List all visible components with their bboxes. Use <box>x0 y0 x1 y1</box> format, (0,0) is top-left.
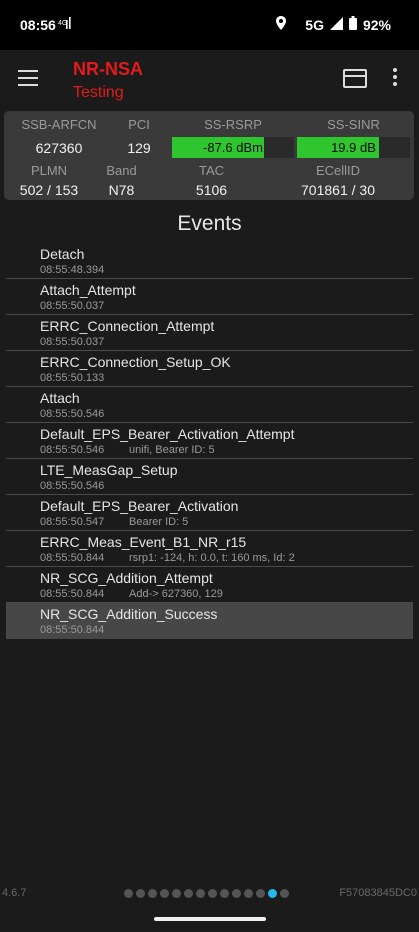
value-pci: 129 <box>127 140 151 156</box>
menu-icon[interactable] <box>18 70 38 86</box>
value-ssb-arfcn: 627360 <box>35 140 83 156</box>
label-ssb-arfcn: SSB-ARFCN <box>21 117 97 132</box>
more-vert-icon[interactable] <box>392 68 398 88</box>
event-name: Attach <box>40 390 80 406</box>
event-detail: Add-> 627360, 129 <box>129 588 223 600</box>
network-small-label: 4G <box>58 20 67 27</box>
page-dot[interactable] <box>256 889 265 898</box>
value-tac: 5106 <box>195 182 228 198</box>
page-dot[interactable] <box>196 889 205 898</box>
ss-rsrp-bar: -87.6 dBm <box>172 137 294 158</box>
app-version: 4.6.7 <box>2 887 27 899</box>
status-time: 08:56 <box>20 17 56 33</box>
event-name: Detach <box>40 246 85 262</box>
label-ss-rsrp: SS-RSRP <box>204 117 262 132</box>
event-time: 08:55:50.037 <box>40 336 105 348</box>
page-dot[interactable] <box>280 889 289 898</box>
event-row[interactable]: LTE_MeasGap_Setup 08:55:50.546 <box>6 459 413 495</box>
event-time: 08:55:50.133 <box>40 372 105 384</box>
event-time: 08:55:50.844 <box>40 552 105 564</box>
page-dot[interactable] <box>160 889 169 898</box>
event-row[interactable]: Detach 08:55:48.394 <box>6 243 413 279</box>
network-small-icon: 4G <box>58 17 72 32</box>
page-dot[interactable] <box>184 889 193 898</box>
battery-icon <box>348 16 357 33</box>
event-row[interactable]: Attach_Attempt 08:55:50.037 <box>6 279 413 315</box>
app-subtitle: Testing <box>73 84 124 101</box>
metrics-panel: SSB-ARFCN PCI SS-RSRP SS-SINR 627360 129… <box>4 111 414 200</box>
event-name: Attach_Attempt <box>40 282 136 298</box>
event-time: 08:55:50.546 <box>40 408 105 420</box>
event-name: ERRC_Connection_Setup_OK <box>40 354 231 370</box>
value-band: N78 <box>108 182 135 198</box>
event-time: 08:55:50.547 <box>40 516 105 528</box>
event-row[interactable]: Attach 08:55:50.546 <box>6 387 413 423</box>
network-label: 5G <box>305 16 324 33</box>
page-dot[interactable] <box>268 889 277 898</box>
page-dot[interactable] <box>136 889 145 898</box>
label-pci: PCI <box>128 117 150 132</box>
event-row[interactable]: NR_SCG_Addition_Success 08:55:50.844 <box>6 603 413 639</box>
value-ss-sinr: 19.9 dB <box>331 140 376 155</box>
page-dot[interactable] <box>208 889 217 898</box>
event-time: 08:55:50.546 <box>40 480 105 492</box>
label-band: Band <box>106 163 137 178</box>
status-bar: 08:56 4G 5G 92% <box>0 0 419 50</box>
value-ecellid: 701861 / 30 <box>301 182 375 198</box>
event-row[interactable]: Default_EPS_Bearer_Activation 08:55:50.54… <box>6 495 413 531</box>
event-row[interactable]: ERRC_Meas_Event_B1_NR_r15 08:55:50.844 rsr… <box>6 531 413 567</box>
page-dot[interactable] <box>244 889 253 898</box>
location-icon <box>275 16 287 33</box>
value-ss-rsrp: -87.6 dBm <box>203 140 263 155</box>
app-title: NR-NSA <box>73 59 143 79</box>
event-time: 08:55:50.844 <box>40 588 105 600</box>
event-row[interactable]: NR_SCG_Addition_Attempt 08:55:50.844 Add->… <box>6 567 413 603</box>
event-time: 08:55:50.546 <box>40 444 105 456</box>
event-time: 08:55:50.844 <box>40 624 105 636</box>
signal-icon <box>329 16 343 33</box>
page-indicator[interactable] <box>124 889 289 898</box>
label-ss-sinr: SS-SINR <box>327 117 380 132</box>
event-name: ERRC_Meas_Event_B1_NR_r15 <box>40 534 247 550</box>
value-plmn: 502 / 153 <box>19 182 79 198</box>
page-dot[interactable] <box>124 889 133 898</box>
events-list[interactable]: Detach 08:55:48.394 Attach_Attempt 08:55:50… <box>6 243 413 639</box>
events-title: Events <box>177 212 242 235</box>
event-detail: rsrp1: -124, h: 0.0, t: 160 ms, Id: 2 <box>129 552 295 564</box>
page-dot[interactable] <box>148 889 157 898</box>
event-detail: unifi, Bearer ID: 5 <box>129 444 215 456</box>
page-dot[interactable] <box>220 889 229 898</box>
label-plmn: PLMN <box>30 163 68 178</box>
app-bar: NR-NSA Testing <box>0 50 419 108</box>
label-ecellid: ECellID <box>315 163 361 178</box>
event-detail: Bearer ID: 5 <box>129 516 189 528</box>
battery-level: 92% <box>362 16 391 33</box>
event-name: ERRC_Connection_Attempt <box>40 318 215 334</box>
event-time: 08:55:50.037 <box>40 300 105 312</box>
card-icon[interactable] <box>343 69 367 88</box>
label-tac: TAC <box>198 163 225 178</box>
event-name: NR_SCG_Addition_Attempt <box>40 570 213 586</box>
event-name: Default_EPS_Bearer_Activation <box>40 498 239 514</box>
event-row[interactable]: Default_EPS_Bearer_Activation_Attempt 08:… <box>6 423 413 459</box>
ss-sinr-bar: 19.9 dB <box>297 137 410 158</box>
page-dot[interactable] <box>172 889 181 898</box>
page-dot[interactable] <box>232 889 241 898</box>
home-gesture-bar[interactable] <box>154 917 266 921</box>
event-name: LTE_MeasGap_Setup <box>40 462 178 478</box>
event-name: Default_EPS_Bearer_Activation_Attempt <box>40 426 295 442</box>
event-name: NR_SCG_Addition_Success <box>40 606 218 622</box>
status-right: 5G 92% <box>275 16 391 33</box>
event-row[interactable]: ERRC_Connection_Setup_OK 08:55:50.133 <box>6 351 413 387</box>
event-time: 08:55:48.394 <box>40 264 105 276</box>
device-id: F57083845DC0 <box>339 887 417 899</box>
event-row[interactable]: ERRC_Connection_Attempt 08:55:50.037 <box>6 315 413 351</box>
